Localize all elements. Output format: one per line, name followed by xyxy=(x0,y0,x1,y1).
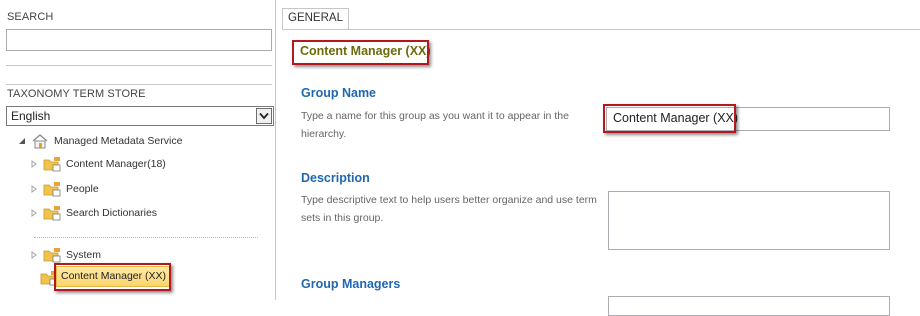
tree-node-label: System xyxy=(66,249,102,261)
tree-node-label: People xyxy=(66,183,99,195)
language-select[interactable]: English xyxy=(6,106,274,126)
term-group-folder-icon xyxy=(43,205,61,221)
tree-node-label: Managed Metadata Service xyxy=(54,135,183,147)
group-name-field[interactable]: Content Manager (XX) xyxy=(606,107,890,131)
tree-node-group[interactable]: System xyxy=(28,245,101,265)
description-heading: Description xyxy=(301,171,370,185)
description-textarea[interactable] xyxy=(608,191,890,250)
tree-node-root[interactable]: Managed Metadata Service xyxy=(16,131,182,151)
tab-general[interactable]: GENERAL xyxy=(282,8,349,30)
tree-node-group[interactable]: Content Manager(18) xyxy=(28,154,166,174)
expand-triangle-icon[interactable] xyxy=(28,183,40,195)
group-name-heading: Group Name xyxy=(301,86,377,100)
divider xyxy=(34,237,258,238)
divider xyxy=(6,65,272,66)
managed-metadata-service-icon xyxy=(31,133,49,149)
expand-triangle-icon[interactable] xyxy=(28,158,40,170)
term-group-folder-icon xyxy=(43,156,61,172)
language-value: English xyxy=(11,109,51,123)
tree-node-selected[interactable]: Content Manager (XX) xyxy=(56,266,170,287)
tree-node-group[interactable]: Search Dictionaries xyxy=(28,203,157,223)
term-group-folder-icon xyxy=(43,247,61,263)
term-store-heading: TAXONOMY TERM STORE xyxy=(7,88,146,100)
description-help-text: Type descriptive text to help users bett… xyxy=(301,194,597,224)
group-managers-field[interactable] xyxy=(608,296,890,316)
collapse-triangle-icon[interactable] xyxy=(16,135,28,147)
search-input[interactable] xyxy=(6,29,272,51)
tree-node-label: Content Manager(18) xyxy=(66,158,166,170)
divider xyxy=(282,29,920,30)
chevron-down-icon[interactable] xyxy=(256,108,272,124)
search-heading: SEARCH xyxy=(7,11,54,23)
left-navigation-pane: SEARCH TAXONOMY TERM STORE English Manag… xyxy=(0,0,276,300)
expand-triangle-icon[interactable] xyxy=(28,249,40,261)
group-managers-heading: Group Managers xyxy=(301,277,401,291)
term-group-folder-icon xyxy=(43,181,61,197)
expand-triangle-icon[interactable] xyxy=(28,207,40,219)
tree-node-group[interactable]: People xyxy=(28,179,99,199)
divider xyxy=(6,84,272,85)
tree-node-label: Search Dictionaries xyxy=(66,207,158,219)
page-title: Content Manager (XX) xyxy=(300,44,431,58)
group-name-description: Type a name for this group as you want i… xyxy=(301,110,569,140)
